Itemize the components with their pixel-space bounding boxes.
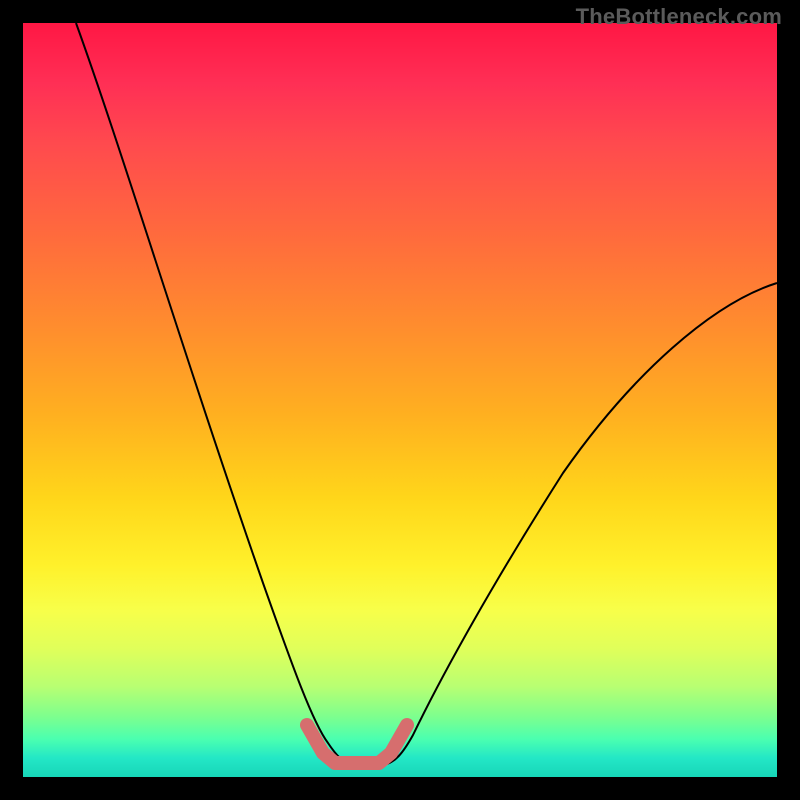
chart-frame: TheBottleneck.com: [0, 0, 800, 800]
chart-svg: [23, 23, 777, 777]
basin-highlight: [307, 725, 407, 763]
plot-area: [23, 23, 777, 777]
watermark-text: TheBottleneck.com: [576, 4, 782, 30]
bottleneck-curve: [76, 23, 777, 765]
